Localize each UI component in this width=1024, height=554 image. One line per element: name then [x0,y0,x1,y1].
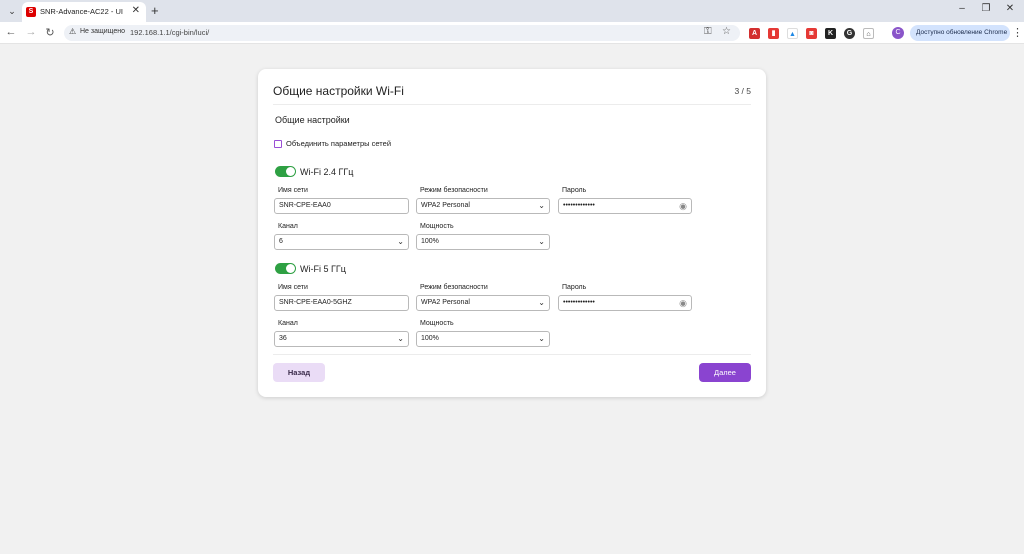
security-value: WPA2 Personal [421,299,470,306]
power-value: 100% [421,238,439,245]
security-value: WPA2 Personal [421,202,470,209]
channel-select-5[interactable]: 36 ⌄ [274,331,409,347]
divider [273,354,751,355]
ssid-value: SNR-CPE-EAA0 [279,202,331,209]
wifi-24-label: Wi-Fi 2.4 ГГц [300,167,354,177]
power-value: 100% [421,335,439,342]
browser-tab[interactable]: S SNR-Advance-AC22 - UI ✕ [22,2,146,22]
password-label: Пароль [562,187,587,194]
chevron-down-icon: ⌄ [538,237,545,246]
ssid-input-24[interactable]: SNR-CPE-EAA0 [274,198,409,214]
next-button[interactable]: Далее [699,363,751,382]
extension-icon[interactable]: G [844,28,855,39]
extension-icon[interactable]: ◙ [806,28,817,39]
drive-extension-icon[interactable]: ▲ [787,28,798,39]
security-select-5[interactable]: WPA2 Personal ⌄ [416,295,550,311]
merge-networks-checkbox[interactable] [274,140,282,148]
tab-title: SNR-Advance-AC22 - UI [40,7,123,16]
security-mode-label: Режим безопасности [420,187,488,194]
close-icon[interactable]: ✕ [132,5,140,16]
extension-icon[interactable]: ▮ [768,28,779,39]
minimize-icon[interactable]: – [952,3,972,14]
chevron-down-icon: ⌄ [538,201,545,210]
ssid-value: SNR-CPE-EAA0-5GHZ [279,299,352,306]
power-select-24[interactable]: 100% ⌄ [416,234,550,250]
password-label: Пароль [562,284,587,291]
tab-dropdown-icon[interactable]: ⌄ [5,4,19,18]
forward-icon[interactable]: → [24,26,38,38]
tab-favicon: S [26,7,36,17]
update-button[interactable]: Доступно обновление Chrome [910,25,1010,41]
power-label: Мощность [420,320,454,327]
address-bar[interactable]: ⚠ Не защищено 192.168.1.1/cgi-bin/luci/ … [64,25,740,41]
wifi-5-toggle[interactable] [275,263,296,274]
step-indicator: 3 / 5 [734,86,751,96]
ssid-label: Имя сети [278,187,308,194]
wifi-5-label: Wi-Fi 5 ГГц [300,264,346,274]
password-value: ••••••••••••• [563,299,595,306]
wifi-24-toggle[interactable] [275,166,296,177]
wifi-settings-card: Общие настройки Wi-Fi 3 / 5 Общие настро… [258,69,766,397]
chevron-down-icon: ⌄ [397,334,404,343]
back-button[interactable]: Назад [273,363,325,382]
pdf-extension-icon[interactable]: A [749,28,760,39]
chevron-down-icon: ⌄ [538,334,545,343]
channel-label: Канал [278,320,298,327]
divider [273,104,751,105]
channel-select-24[interactable]: 6 ⌄ [274,234,409,250]
restore-icon[interactable]: ❐ [976,3,996,14]
security-mode-label: Режим безопасности [420,284,488,291]
chevron-down-icon: ⌄ [538,298,545,307]
tab-bar: ⌄ S SNR-Advance-AC22 - UI ✕ + – ❐ ✕ [0,0,1024,22]
ssid-input-5[interactable]: SNR-CPE-EAA0-5GHZ [274,295,409,311]
back-icon[interactable]: ← [4,26,18,38]
puzzle-icon[interactable]: ⌂ [863,28,874,39]
page-title: Общие настройки Wi-Fi [273,84,404,98]
eye-icon[interactable]: ◉ [679,296,687,310]
password-input-5[interactable]: ••••••••••••• ◉ [558,295,692,311]
browser-toolbar: ← → ↻ ⚠ Не защищено 192.168.1.1/cgi-bin/… [0,22,1024,44]
password-input-24[interactable]: ••••••••••••• ◉ [558,198,692,214]
chevron-down-icon: ⌄ [397,237,404,246]
extension-icon[interactable]: K [825,28,836,39]
key-icon[interactable]: ⚿ [704,26,712,37]
channel-value: 36 [279,335,287,342]
power-label: Мощность [420,223,454,230]
reload-icon[interactable]: ↻ [43,26,57,39]
toggle-knob [286,167,295,176]
merge-networks-label[interactable]: Объединить параметры сетей [286,139,391,148]
plus-icon[interactable]: + [151,3,159,18]
channel-label: Канал [278,223,298,230]
window-close-icon[interactable]: ✕ [1000,3,1020,14]
password-value: ••••••••••••• [563,202,595,209]
kebab-menu-icon[interactable]: ⋮ [1012,26,1023,39]
channel-value: 6 [279,238,283,245]
power-select-5[interactable]: 100% ⌄ [416,331,550,347]
security-select-24[interactable]: WPA2 Personal ⌄ [416,198,550,214]
url-text[interactable]: 192.168.1.1/cgi-bin/luci/ [130,28,209,37]
avatar[interactable]: C [892,27,904,39]
toggle-knob [286,264,295,273]
warning-icon[interactable]: ⚠ [69,27,76,36]
security-label[interactable]: Не защищено [80,28,125,35]
ssid-label: Имя сети [278,284,308,291]
star-icon[interactable]: ☆ [722,26,731,37]
section-title: Общие настройки [275,115,350,125]
eye-icon[interactable]: ◉ [679,199,687,213]
